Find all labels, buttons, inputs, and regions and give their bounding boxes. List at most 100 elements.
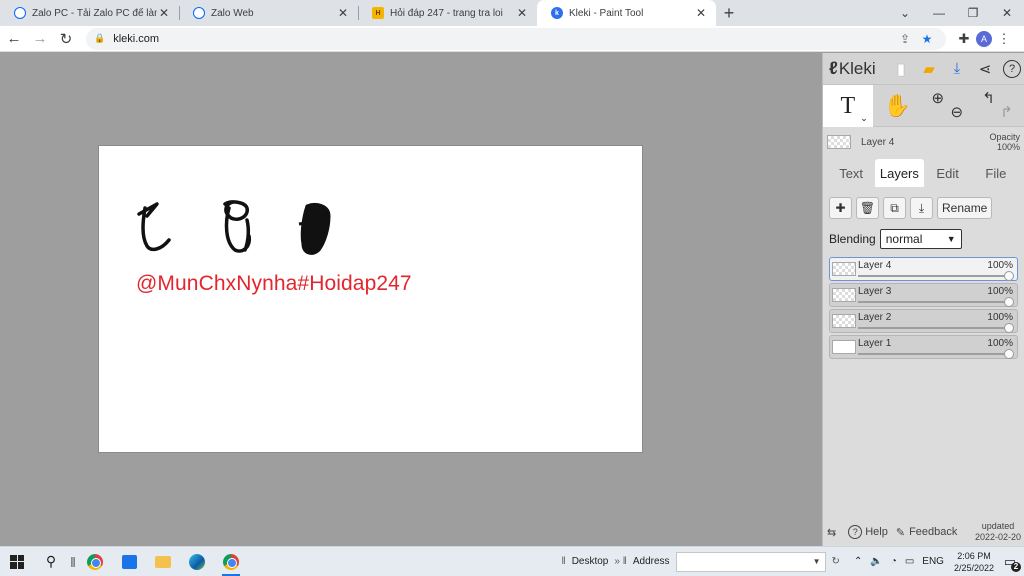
slider-handle[interactable] [1004,323,1014,333]
new-tab-button[interactable]: + [716,0,742,26]
layer-thumbnail [832,288,856,302]
layer-item[interactable]: Layer 2 100% [829,309,1018,333]
slider-handle[interactable] [1004,349,1014,359]
text-tool-button[interactable]: T ⌄ [823,85,873,127]
close-icon[interactable]: ✕ [336,6,350,20]
zalo-icon [14,7,26,19]
bookmark-star-icon[interactable]: ★ [916,32,938,46]
tab-zalo-pc[interactable]: Zalo PC - Tải Zalo PC để làm việc ✕ [0,0,179,26]
tab-text[interactable]: Text [827,159,875,187]
chevron-down-icon[interactable]: ⌄ [860,113,868,124]
layer-opacity-slider[interactable] [858,301,1011,303]
window-controls: ⌄ — ❐ ✕ [888,0,1024,26]
volume-icon[interactable]: 🔈 [870,556,882,567]
chrome-icon[interactable] [78,547,112,576]
layer-opacity-slider[interactable] [858,275,1011,277]
canvas-drawing [137,200,331,255]
address-toolbar-label: Address [632,556,670,567]
avatar[interactable]: A [976,30,992,47]
tab-hoidap247[interactable]: H Hỏi đáp 247 - trang tra loi ✕ [358,0,537,26]
current-layer-thumbnail [827,135,851,149]
chevron-up-icon[interactable]: ⌃ [854,556,862,567]
close-icon[interactable]: ✕ [515,6,529,20]
updated-label: updated [981,521,1015,531]
current-layer-opacity: Opacity 100% [989,132,1020,152]
minimize-button[interactable]: — [922,0,956,26]
extensions-icon[interactable]: ✚ [952,27,976,51]
store-icon[interactable] [112,547,146,576]
kleki-logo[interactable]: ℓ Kleki [823,58,887,79]
help-link[interactable]: Help [865,526,888,538]
zoom-out-icon[interactable]: ⊖ [951,103,964,121]
hand-tool-button[interactable]: ✋ [873,85,923,127]
share-icon[interactable]: ⇪ [894,32,916,46]
wifi-icon[interactable]: ◔ [891,556,897,567]
tab-zalo-web[interactable]: Zalo Web ✕ [179,0,358,26]
slider-handle[interactable] [1004,271,1014,281]
address-bar[interactable]: 🔒 kleki.com ⇪ ★ [86,27,946,50]
reload-button[interactable]: ↻ [54,27,78,51]
zoom-in-icon[interactable]: ⊕ [932,89,945,107]
start-button[interactable] [0,547,34,576]
merge-layer-button[interactable]: ⤓ [910,197,933,219]
kleki-side-panel: ℓ Kleki ▮ ▰ ⤓ ⋖ ? T ⌄ ✋ ⊕ ⊖ ↰ ↱ Layer 4 … [822,53,1024,546]
close-window-button[interactable]: ✕ [990,0,1024,26]
tab-edit[interactable]: Edit [924,159,972,187]
kleki-footer: ⇆ ? Help ✎ Feedback updated 2022-02-20 [823,518,1024,546]
delete-layer-button[interactable]: 🗑 [856,197,879,219]
restore-button[interactable]: ❐ [956,0,990,26]
notification-icon[interactable]: ▭ 2 [1000,553,1021,572]
search-icon[interactable]: ⚲ [34,547,68,576]
rename-layer-button[interactable]: Rename [937,197,993,219]
clock[interactable]: 2:06 PM 2/25/2022 [954,550,994,574]
close-icon[interactable]: ✕ [694,6,708,20]
drawing-canvas[interactable]: @MunChxNynha#Hoidap247 [99,146,642,452]
open-folder-icon[interactable]: ▰ [915,55,943,83]
opacity-label: Opacity [989,132,1020,142]
layer-thumbnail [832,314,856,328]
layer-item[interactable]: Layer 3 100% [829,283,1018,307]
back-button[interactable]: ← [2,27,26,51]
battery-icon[interactable]: ▭ [905,556,914,567]
layer-opacity-slider[interactable] [858,353,1011,355]
separator: ‖ [70,553,76,570]
feedback-link[interactable]: Feedback [909,526,957,538]
redo-icon[interactable]: ↱ [1000,103,1013,121]
menu-icon[interactable]: ⋮ [992,27,1016,51]
chevron-down-icon[interactable]: ▼ [813,557,821,566]
tab-file[interactable]: File [972,159,1020,187]
desktop-toolbar[interactable]: Desktop [572,556,609,567]
slider-handle[interactable] [1004,297,1014,307]
taskbar-address-input[interactable]: ▼ [675,551,826,572]
canvas-workspace[interactable]: @MunChxNynha#Hoidap247 [0,53,822,546]
layer-item[interactable]: Layer 4 100% [829,257,1018,281]
file-explorer-icon[interactable] [146,547,180,576]
drawn-glyph-3 [298,202,331,255]
layer-opacity: 100% [987,338,1013,349]
swap-icon[interactable]: ⇆ [827,526,836,539]
layer-opacity-slider[interactable] [858,327,1011,329]
layer-item[interactable]: Layer 1 100% [829,335,1018,359]
edge-icon[interactable] [180,547,214,576]
system-tray: ⌃ 🔈 ◔ ▭ ENG 2:06 PM 2/25/2022 ▭ 2 [850,550,1024,574]
new-image-icon[interactable]: ▮ [887,55,915,83]
layer-actions: ✚ 🗑 ⧉ ⤓ Rename [829,197,1018,219]
language-indicator[interactable]: ENG [922,556,944,567]
help-icon[interactable]: ? [1003,59,1021,78]
add-layer-button[interactable]: ✚ [829,197,852,219]
undo-icon[interactable]: ↰ [982,89,995,107]
layer-name: Layer 1 [858,338,892,349]
tab-search-icon[interactable]: ⌄ [888,0,922,26]
chrome-active-icon[interactable] [214,547,248,576]
tab-layers[interactable]: Layers [875,159,924,187]
blending-row: Blending normal ▼ [829,229,1018,249]
blending-select[interactable]: normal ▼ [879,229,962,249]
duplicate-layer-button[interactable]: ⧉ [883,197,906,219]
close-icon[interactable]: ✕ [157,6,171,20]
lock-icon[interactable]: 🔒 [94,33,105,44]
tab-kleki[interactable]: k Kleki - Paint Tool ✕ [537,0,716,26]
refresh-icon[interactable]: ↻ [832,556,840,567]
forward-button[interactable]: → [28,27,52,51]
download-icon[interactable]: ⤓ [943,55,971,83]
share-icon[interactable]: ⋖ [971,55,999,83]
